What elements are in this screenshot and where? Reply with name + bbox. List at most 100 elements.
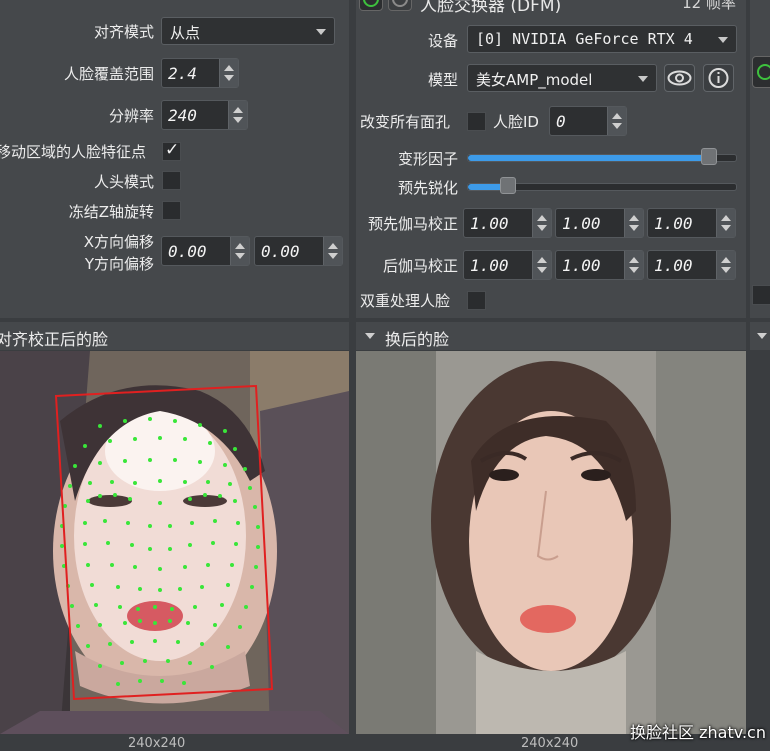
- aligned-size-label: 240x240: [128, 736, 186, 751]
- y-offset-label: Y方向偏移: [84, 255, 154, 273]
- swapped-face-header[interactable]: 换后的脸: [356, 322, 746, 350]
- spin-buttons[interactable]: [228, 101, 247, 129]
- aligned-face-header[interactable]: 对齐校正后的脸: [0, 322, 349, 350]
- x-offset-spinbox[interactable]: 0.00: [161, 236, 250, 266]
- head-mode-label: 人头模式: [93, 173, 154, 191]
- post-gamma-g-spinbox[interactable]: 1.00: [555, 250, 644, 280]
- arrow-down-icon: [537, 225, 547, 231]
- spin-buttons[interactable]: [607, 107, 626, 135]
- arrow-up-icon: [537, 215, 547, 221]
- post-gamma-label: 后伽马校正: [382, 257, 458, 275]
- face-aligner-panel: 对齐模式 从点 人脸覆盖范围 2.4 分辨率 240 移动区域的人脸特征点 人头…: [0, 0, 349, 318]
- model-info-button[interactable]: [703, 64, 734, 92]
- arrow-down-icon: [328, 253, 338, 259]
- y-offset-spinbox[interactable]: 0.00: [254, 236, 343, 266]
- two-pass-label: 双重处理人脸: [360, 292, 451, 310]
- next-panel-power-button[interactable]: [752, 56, 770, 88]
- model-label: 模型: [427, 71, 458, 89]
- post-gamma-g-value: 1.00: [562, 256, 601, 275]
- info-icon: [708, 68, 729, 88]
- post-gamma-r-value: 1.00: [470, 256, 509, 275]
- align-mode-label: 对齐模式: [93, 23, 154, 41]
- next-panel-header[interactable]: [750, 322, 770, 350]
- pre-gamma-r-value: 1.00: [470, 214, 509, 233]
- presharpen-slider[interactable]: [467, 177, 737, 194]
- arrow-down-icon: [537, 267, 547, 273]
- arrow-up-icon: [328, 243, 338, 249]
- morph-factor-label: 变形因子: [397, 150, 458, 168]
- arrow-down-icon: [233, 117, 243, 123]
- presharpen-label: 预先锐化: [397, 179, 458, 197]
- chevron-down-icon: [316, 29, 326, 35]
- model-value: 美女AMP_model: [476, 71, 593, 89]
- spin-buttons[interactable]: [230, 237, 249, 265]
- spin-buttons[interactable]: [624, 251, 643, 279]
- pre-gamma-label: 预先伽马校正: [367, 215, 458, 233]
- arrow-up-icon: [233, 107, 243, 113]
- slider-handle[interactable]: [701, 148, 718, 165]
- pre-gamma-r-spinbox[interactable]: 1.00: [463, 208, 552, 238]
- swapped-face-canvas: [356, 351, 746, 734]
- device-label: 设备: [427, 32, 458, 50]
- arrow-up-icon: [721, 257, 731, 263]
- face-coverage-spinbox[interactable]: 2.4: [161, 58, 239, 88]
- spin-buttons[interactable]: [624, 209, 643, 237]
- arrow-down-icon: [721, 267, 731, 273]
- face-id-spinbox[interactable]: 0: [549, 106, 627, 136]
- next-panel-control[interactable]: [752, 285, 770, 305]
- device-select[interactable]: [0] NVIDIA GeForce RTX 4: [467, 25, 737, 53]
- resolution-spinbox[interactable]: 240: [161, 100, 248, 130]
- spin-buttons[interactable]: [532, 251, 551, 279]
- arrow-up-icon: [629, 257, 639, 263]
- two-pass-checkbox[interactable]: [467, 291, 486, 310]
- collapse-triangle-icon[interactable]: [365, 333, 375, 339]
- arrow-down-icon: [721, 225, 731, 231]
- arrow-up-icon: [629, 215, 639, 221]
- spin-buttons[interactable]: [532, 209, 551, 237]
- device-value: [0] NVIDIA GeForce RTX 4: [476, 30, 693, 48]
- moving-region-label: 移动区域的人脸特征点: [0, 143, 147, 161]
- reload-icon: [392, 0, 408, 7]
- y-offset-value: 0.00: [261, 242, 300, 261]
- freeze-z-checkbox[interactable]: [162, 201, 181, 220]
- preview-model-button[interactable]: [664, 64, 695, 92]
- face-coverage-value: 2.4: [168, 64, 197, 83]
- model-select[interactable]: 美女AMP_model: [467, 64, 657, 92]
- x-offset-label: X方向偏移: [83, 233, 154, 251]
- chevron-down-icon: [718, 37, 728, 43]
- slider-fill: [468, 155, 710, 161]
- next-panel-edge: [750, 0, 770, 318]
- next-preview-edge: [750, 351, 770, 734]
- align-mode-select[interactable]: 从点: [161, 17, 335, 45]
- spin-buttons[interactable]: [323, 237, 342, 265]
- morph-factor-slider[interactable]: [467, 148, 737, 165]
- reload-button[interactable]: [388, 0, 412, 11]
- spin-buttons[interactable]: [716, 209, 735, 237]
- swapper-header-bar: 人脸交换器 (DFM) 12 帧率: [356, 0, 746, 14]
- slider-handle[interactable]: [500, 177, 517, 194]
- aligned-face-image: [0, 351, 349, 734]
- post-gamma-b-spinbox[interactable]: 1.00: [647, 250, 736, 280]
- pre-gamma-g-value: 1.00: [562, 214, 601, 233]
- arrow-down-icon: [612, 123, 622, 129]
- power-button[interactable]: [359, 0, 383, 11]
- spin-buttons[interactable]: [219, 59, 238, 87]
- aligned-face-title: 对齐校正后的脸: [0, 330, 109, 349]
- swap-all-checkbox[interactable]: [467, 112, 486, 131]
- spin-buttons[interactable]: [716, 251, 735, 279]
- swapped-size-label: 240x240: [521, 736, 579, 751]
- post-gamma-r-spinbox[interactable]: 1.00: [463, 250, 552, 280]
- collapse-triangle-icon[interactable]: [757, 333, 767, 339]
- pre-gamma-b-spinbox[interactable]: 1.00: [647, 208, 736, 238]
- head-mode-checkbox[interactable]: [162, 171, 181, 190]
- arrow-up-icon: [224, 65, 234, 71]
- swapped-face-image: [356, 351, 746, 734]
- pre-gamma-g-spinbox[interactable]: 1.00: [555, 208, 644, 238]
- fps-readout: 12 帧率: [682, 0, 736, 12]
- moving-region-label-clip: 移动区域的人脸特征点: [0, 141, 155, 163]
- arrow-up-icon: [235, 243, 245, 249]
- arrow-up-icon: [537, 257, 547, 263]
- moving-region-checkbox[interactable]: [162, 140, 181, 161]
- arrow-down-icon: [224, 75, 234, 81]
- arrow-up-icon: [721, 215, 731, 221]
